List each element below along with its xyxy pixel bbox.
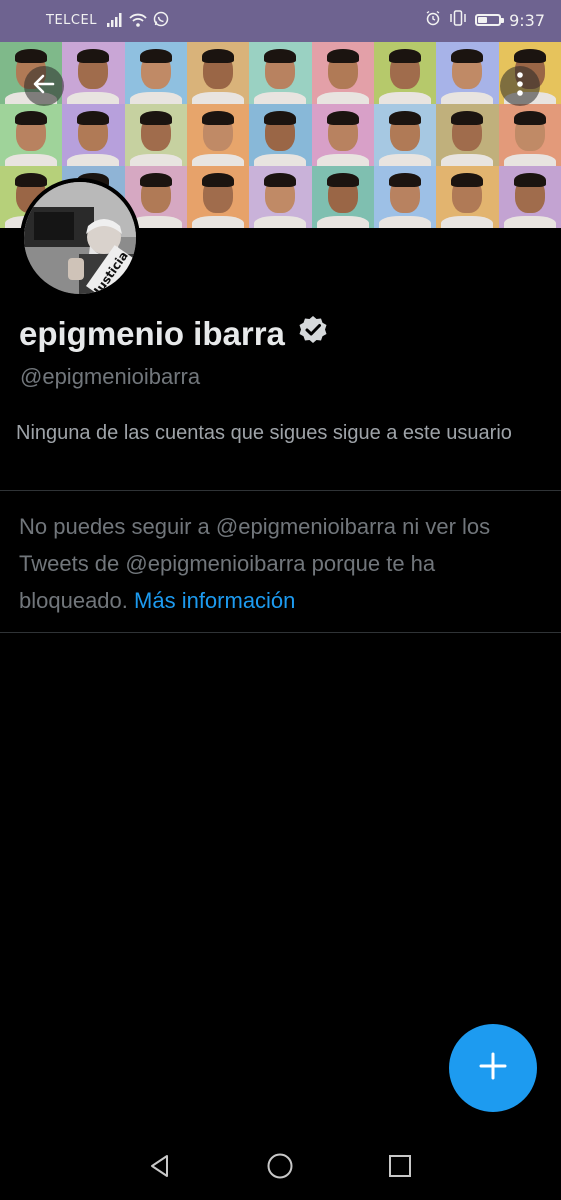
home-circle-icon bbox=[266, 1152, 294, 1185]
clock: 9:37 bbox=[509, 10, 545, 30]
signal-icon bbox=[107, 12, 123, 31]
profile-handle: @epigmenioibarra bbox=[20, 364, 201, 389]
banner-portrait bbox=[62, 104, 125, 166]
status-bar: TELCEL 9:37 bbox=[0, 0, 561, 42]
banner-portrait bbox=[436, 166, 499, 228]
banner-portrait bbox=[311, 166, 374, 228]
nav-recents-button[interactable] bbox=[386, 1154, 414, 1182]
compose-tweet-button[interactable] bbox=[449, 1024, 537, 1112]
banner-portrait bbox=[436, 104, 499, 166]
followers-you-know-note: Ninguna de las cuentas que sigues sigue … bbox=[16, 422, 512, 444]
verified-badge-icon bbox=[297, 314, 329, 354]
banner-portrait bbox=[311, 42, 374, 104]
alarm-icon bbox=[425, 10, 441, 30]
banner-portrait bbox=[186, 104, 250, 166]
nav-back-button[interactable] bbox=[146, 1154, 174, 1182]
banner-portrait bbox=[186, 166, 250, 228]
banner-portrait bbox=[498, 166, 561, 228]
banner-portrait bbox=[249, 166, 312, 228]
avatar-photo: Justicia bbox=[24, 182, 136, 294]
blocked-message: No puedes seguir a @epigmenioibarra ni v… bbox=[19, 508, 539, 619]
carrier-label: TELCEL bbox=[46, 13, 97, 28]
plus-icon bbox=[478, 1051, 508, 1086]
recents-square-icon bbox=[387, 1153, 413, 1184]
learn-more-link[interactable]: Más información bbox=[134, 588, 295, 613]
banner-portrait bbox=[124, 42, 187, 104]
display-name-text: epigmenio ibarra bbox=[19, 315, 285, 352]
arrow-left-icon bbox=[31, 71, 57, 102]
banner-portrait bbox=[436, 42, 499, 104]
back-button[interactable] bbox=[24, 66, 64, 106]
back-triangle-icon bbox=[147, 1153, 173, 1184]
system-nav-bar bbox=[0, 1136, 561, 1200]
divider bbox=[0, 490, 561, 491]
whatsapp-icon bbox=[153, 11, 169, 31]
divider bbox=[0, 632, 561, 633]
banner-portrait bbox=[311, 104, 374, 166]
banner-portrait bbox=[249, 42, 312, 104]
banner-portrait bbox=[498, 104, 561, 166]
banner-portrait bbox=[62, 42, 125, 104]
banner-portrait bbox=[186, 42, 250, 104]
banner-portrait bbox=[124, 104, 187, 166]
avatar[interactable]: Justicia bbox=[20, 178, 140, 298]
banner-portrait bbox=[373, 166, 437, 228]
vibrate-icon bbox=[449, 10, 467, 30]
banner-portrait bbox=[249, 104, 312, 166]
battery-icon bbox=[475, 14, 505, 26]
nav-home-button[interactable] bbox=[266, 1152, 294, 1185]
banner-portrait bbox=[0, 104, 63, 166]
banner-portrait bbox=[373, 42, 437, 104]
more-vertical-icon bbox=[516, 71, 524, 102]
wifi-icon bbox=[129, 12, 147, 31]
more-options-button[interactable] bbox=[500, 66, 540, 106]
profile-name: epigmenio ibarra bbox=[19, 314, 329, 354]
banner-portrait bbox=[373, 104, 437, 166]
